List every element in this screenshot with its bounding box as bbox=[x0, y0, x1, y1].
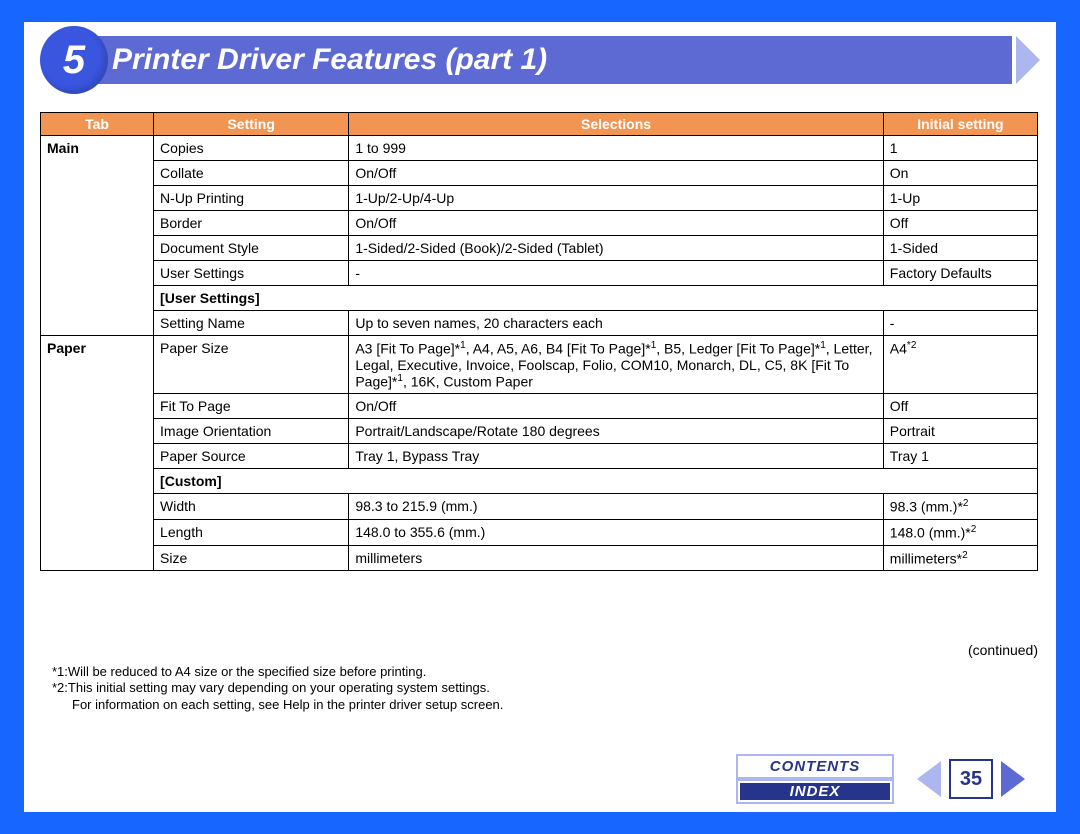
setting-cell: Width bbox=[154, 494, 349, 520]
chapter-number-badge: 5 bbox=[40, 26, 108, 94]
table-subheader-row: [Custom] bbox=[41, 469, 1038, 494]
selections-cell: On/Off bbox=[349, 394, 883, 419]
initial-cell: Tray 1 bbox=[883, 444, 1037, 469]
page-number: 35 bbox=[949, 759, 993, 799]
tab-cell-paper: Paper bbox=[41, 336, 154, 571]
selections-cell: Tray 1, Bypass Tray bbox=[349, 444, 883, 469]
table-row: Document Style 1-Sided/2-Sided (Book)/2-… bbox=[41, 236, 1038, 261]
setting-cell: Copies bbox=[154, 136, 349, 161]
initial-cell: 1-Up bbox=[883, 186, 1037, 211]
footnote-1: *1:Will be reduced to A4 size or the spe… bbox=[52, 664, 1038, 680]
initial-cell: On bbox=[883, 161, 1037, 186]
header-setting: Setting bbox=[154, 113, 349, 136]
page: Printer Driver Features (part 1) 5 Tab S… bbox=[24, 22, 1056, 812]
pager: 35 bbox=[896, 754, 1046, 804]
setting-cell: Fit To Page bbox=[154, 394, 349, 419]
setting-cell: Collate bbox=[154, 161, 349, 186]
setting-cell: Border bbox=[154, 211, 349, 236]
chapter-banner: Printer Driver Features (part 1) 5 bbox=[40, 36, 1040, 84]
banner-arrow-icon bbox=[1016, 36, 1040, 84]
selections-cell: millimeters bbox=[349, 545, 883, 571]
initial-cell: millimeters*2 bbox=[883, 545, 1037, 571]
footnote-3: For information on each setting, see Hel… bbox=[52, 697, 1038, 713]
table-row: Size millimeters millimeters*2 bbox=[41, 545, 1038, 571]
table-row: N-Up Printing 1-Up/2-Up/4-Up 1-Up bbox=[41, 186, 1038, 211]
prev-page-icon[interactable] bbox=[917, 761, 941, 797]
table-row: Collate On/Off On bbox=[41, 161, 1038, 186]
setting-cell: Length bbox=[154, 519, 349, 545]
initial-cell: - bbox=[883, 311, 1037, 336]
setting-cell: N-Up Printing bbox=[154, 186, 349, 211]
footnotes: *1:Will be reduced to A4 size or the spe… bbox=[52, 664, 1038, 713]
selections-cell: 1-Sided/2-Sided (Book)/2-Sided (Tablet) bbox=[349, 236, 883, 261]
selections-cell: 1 to 999 bbox=[349, 136, 883, 161]
table-subheader-row: [User Settings] bbox=[41, 286, 1038, 311]
table-row: Main Copies 1 to 999 1 bbox=[41, 136, 1038, 161]
setting-cell: Document Style bbox=[154, 236, 349, 261]
features-table: Tab Setting Selections Initial setting M… bbox=[40, 112, 1038, 571]
table-row: User Settings - Factory Defaults bbox=[41, 261, 1038, 286]
setting-cell: Paper Source bbox=[154, 444, 349, 469]
page-title: Printer Driver Features (part 1) bbox=[112, 43, 547, 77]
setting-cell: Image Orientation bbox=[154, 419, 349, 444]
setting-cell: Size bbox=[154, 545, 349, 571]
initial-cell: Factory Defaults bbox=[883, 261, 1037, 286]
header-initial: Initial setting bbox=[883, 113, 1037, 136]
subgroup-label: [User Settings] bbox=[154, 286, 1038, 311]
table-row: Width 98.3 to 215.9 (mm.) 98.3 (mm.)*2 bbox=[41, 494, 1038, 520]
initial-cell: 1-Sided bbox=[883, 236, 1037, 261]
nav-box: CONTENTS INDEX bbox=[736, 754, 894, 804]
next-page-icon[interactable] bbox=[1001, 761, 1025, 797]
table-row: Border On/Off Off bbox=[41, 211, 1038, 236]
initial-cell: Off bbox=[883, 211, 1037, 236]
selections-cell: On/Off bbox=[349, 211, 883, 236]
table-row: Paper Source Tray 1, Bypass Tray Tray 1 bbox=[41, 444, 1038, 469]
selections-cell: 148.0 to 355.6 (mm.) bbox=[349, 519, 883, 545]
table-header-row: Tab Setting Selections Initial setting bbox=[41, 113, 1038, 136]
setting-cell: User Settings bbox=[154, 261, 349, 286]
table-row: Setting Name Up to seven names, 20 chara… bbox=[41, 311, 1038, 336]
selections-cell: Portrait/Landscape/Rotate 180 degrees bbox=[349, 419, 883, 444]
table-row: Paper Paper Size A3 [Fit To Page]*1, A4,… bbox=[41, 336, 1038, 394]
selections-cell: - bbox=[349, 261, 883, 286]
selections-cell: A3 [Fit To Page]*1, A4, A5, A6, B4 [Fit … bbox=[349, 336, 883, 394]
selections-cell: 1-Up/2-Up/4-Up bbox=[349, 186, 883, 211]
initial-cell: Off bbox=[883, 394, 1037, 419]
footer-nav: CONTENTS INDEX 35 bbox=[24, 746, 1056, 812]
contents-button[interactable]: CONTENTS bbox=[738, 756, 892, 777]
table-row: Length 148.0 to 355.6 (mm.) 148.0 (mm.)*… bbox=[41, 519, 1038, 545]
selections-cell: 98.3 to 215.9 (mm.) bbox=[349, 494, 883, 520]
table-row: Image Orientation Portrait/Landscape/Rot… bbox=[41, 419, 1038, 444]
index-button[interactable]: INDEX bbox=[738, 781, 892, 802]
continued-label: (continued) bbox=[40, 642, 1038, 658]
initial-cell: Portrait bbox=[883, 419, 1037, 444]
tab-cell-main: Main bbox=[41, 136, 154, 336]
header-tab: Tab bbox=[41, 113, 154, 136]
subgroup-label: [Custom] bbox=[154, 469, 1038, 494]
banner-bar: Printer Driver Features (part 1) bbox=[94, 36, 1012, 84]
initial-cell: A4*2 bbox=[883, 336, 1037, 394]
selections-cell: On/Off bbox=[349, 161, 883, 186]
table-row: Fit To Page On/Off Off bbox=[41, 394, 1038, 419]
initial-cell: 148.0 (mm.)*2 bbox=[883, 519, 1037, 545]
initial-cell: 98.3 (mm.)*2 bbox=[883, 494, 1037, 520]
header-selections: Selections bbox=[349, 113, 883, 136]
setting-cell: Setting Name bbox=[154, 311, 349, 336]
selections-cell: Up to seven names, 20 characters each bbox=[349, 311, 883, 336]
footnote-2: *2:This initial setting may vary dependi… bbox=[52, 680, 1038, 696]
setting-cell: Paper Size bbox=[154, 336, 349, 394]
initial-cell: 1 bbox=[883, 136, 1037, 161]
